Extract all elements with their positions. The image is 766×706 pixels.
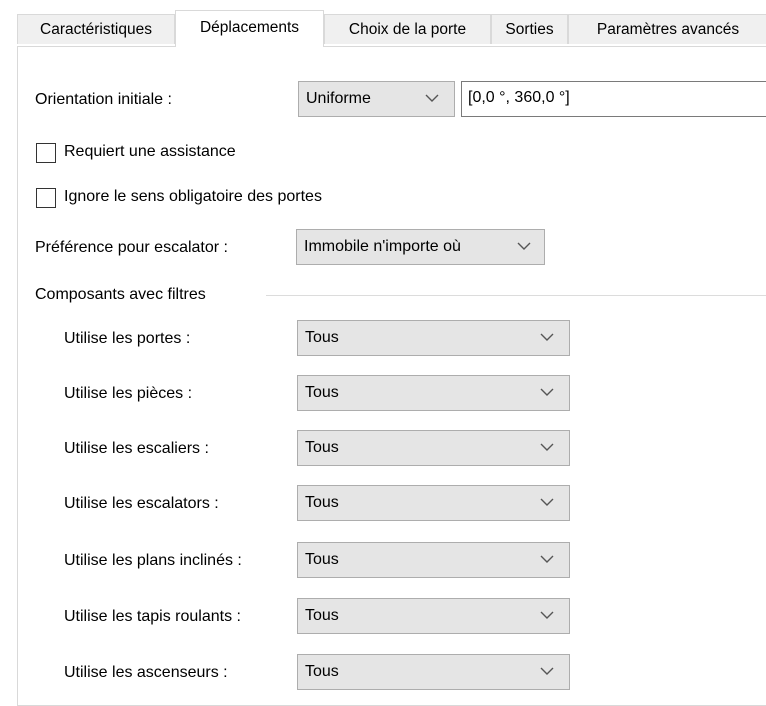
chevron-down-icon [540,667,554,675]
orientation-selected-value: Uniforme [306,90,371,107]
chevron-down-icon [540,498,554,506]
filter-value: Tous [305,551,339,568]
ignore-door-direction-checkbox[interactable] [36,188,56,208]
orientation-label: Orientation initiale : [35,91,172,108]
chevron-down-icon [540,555,554,563]
filter-dropdown-escalators[interactable]: Tous [297,485,570,521]
orientation-dropdown[interactable]: Uniforme [298,81,455,117]
filter-value: Tous [305,439,339,456]
filter-label-plans-inclines: Utilise les plans inclinés : [64,552,242,569]
tab-parametres-avances[interactable]: Paramètres avancés [568,14,766,44]
filter-dropdown-escaliers[interactable]: Tous [297,430,570,466]
tab-deplacements[interactable]: Déplacements [175,10,324,47]
filter-label-pieces: Utilise les pièces : [64,385,193,402]
filter-dropdown-tapis-roulants[interactable]: Tous [297,598,570,634]
filters-group-title: Composants avec filtres [35,286,206,303]
chevron-down-icon [425,94,439,102]
filter-value: Tous [305,663,339,680]
chevron-down-icon [540,388,554,396]
ignore-door-direction-label[interactable]: Ignore le sens obligatoire des portes [64,188,322,206]
escalator-pref-dropdown[interactable]: Immobile n'importe où [296,229,545,265]
orientation-range-value: [0,0 °, 360,0 °] [468,89,570,106]
filter-label-portes: Utilise les portes : [64,330,191,347]
escalator-pref-selected-value: Immobile n'importe où [304,238,461,255]
assistance-checkbox[interactable] [36,143,56,163]
filter-label-escalators: Utilise les escalators : [64,495,219,512]
filter-label-tapis-roulants: Utilise les tapis roulants : [64,608,241,625]
tab-sorties[interactable]: Sorties [491,14,568,44]
chevron-down-icon [540,611,554,619]
assistance-label[interactable]: Requiert une assistance [64,143,236,161]
filter-dropdown-pieces[interactable]: Tous [297,375,570,411]
filter-value: Tous [305,494,339,511]
tab-caracteristiques[interactable]: Caractéristiques [17,14,175,44]
group-divider [266,295,766,296]
orientation-range-field[interactable]: [0,0 °, 360,0 °] [461,81,766,117]
filter-dropdown-plans-inclines[interactable]: Tous [297,542,570,578]
tab-bar: Caractéristiques Déplacements Choix de l… [0,0,766,47]
filter-dropdown-ascenseurs[interactable]: Tous [297,654,570,690]
filter-dropdown-portes[interactable]: Tous [297,320,570,356]
chevron-down-icon [517,242,531,250]
escalator-pref-label: Préférence pour escalator : [35,239,228,256]
chevron-down-icon [540,333,554,341]
filter-label-ascenseurs: Utilise les ascenseurs : [64,664,228,681]
chevron-down-icon [540,443,554,451]
filter-label-escaliers: Utilise les escaliers : [64,440,209,457]
tab-choix-de-la-porte[interactable]: Choix de la porte [324,14,491,44]
filter-value: Tous [305,607,339,624]
filter-value: Tous [305,329,339,346]
filter-value: Tous [305,384,339,401]
